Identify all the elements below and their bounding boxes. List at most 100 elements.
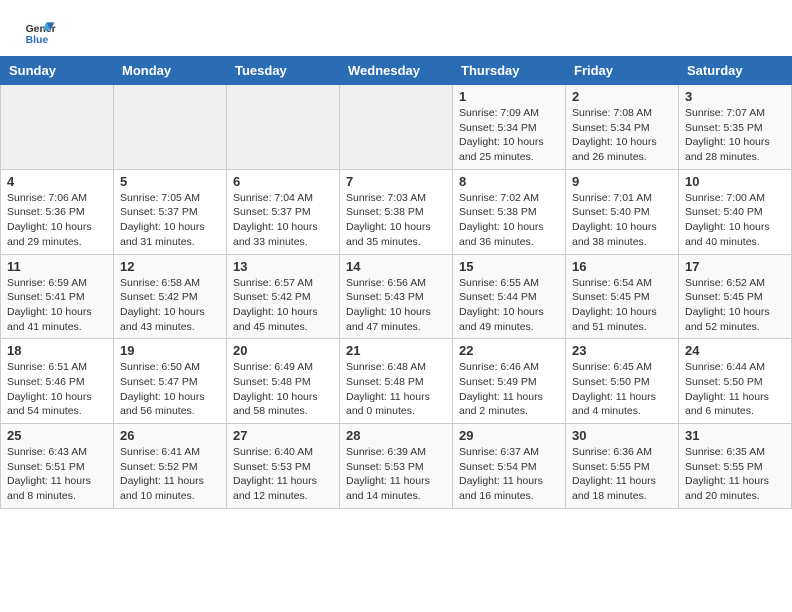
calendar-cell: 7 Sunrise: 7:03 AM Sunset: 5:38 PM Daylig… <box>340 169 453 254</box>
day-number: 17 <box>685 259 785 274</box>
day-number: 22 <box>459 343 559 358</box>
day-info: Sunrise: 6:55 AM Sunset: 5:44 PM Dayligh… <box>459 276 559 335</box>
logo-icon: General Blue <box>24 16 56 48</box>
day-number: 18 <box>7 343 107 358</box>
calendar-week-2: 4 Sunrise: 7:06 AM Sunset: 5:36 PM Daylig… <box>1 169 792 254</box>
day-info: Sunrise: 7:01 AM Sunset: 5:40 PM Dayligh… <box>572 191 672 250</box>
calendar-header: SundayMondayTuesdayWednesdayThursdayFrid… <box>1 57 792 85</box>
calendar-cell <box>340 85 453 170</box>
day-info: Sunrise: 6:51 AM Sunset: 5:46 PM Dayligh… <box>7 360 107 419</box>
calendar-cell: 10 Sunrise: 7:00 AM Sunset: 5:40 PM Dayli… <box>679 169 792 254</box>
day-info: Sunrise: 6:43 AM Sunset: 5:51 PM Dayligh… <box>7 445 107 504</box>
day-number: 23 <box>572 343 672 358</box>
calendar-cell: 17 Sunrise: 6:52 AM Sunset: 5:45 PM Dayli… <box>679 254 792 339</box>
day-number: 16 <box>572 259 672 274</box>
day-number: 24 <box>685 343 785 358</box>
day-number: 12 <box>120 259 220 274</box>
calendar-cell: 19 Sunrise: 6:50 AM Sunset: 5:47 PM Dayli… <box>114 339 227 424</box>
day-info: Sunrise: 6:45 AM Sunset: 5:50 PM Dayligh… <box>572 360 672 419</box>
weekday-header-saturday: Saturday <box>679 57 792 85</box>
weekday-header-sunday: Sunday <box>1 57 114 85</box>
calendar-cell: 13Sunrise: 6:57 AM Sunset: 5:42 PM Dayli… <box>227 254 340 339</box>
calendar-cell: 12 Sunrise: 6:58 AM Sunset: 5:42 PM Dayli… <box>114 254 227 339</box>
day-info: Sunrise: 6:49 AM Sunset: 5:48 PM Dayligh… <box>233 360 333 419</box>
day-number: 31 <box>685 428 785 443</box>
day-number: 25 <box>7 428 107 443</box>
calendar-cell: 30Sunrise: 6:36 AM Sunset: 5:55 PM Dayli… <box>566 424 679 509</box>
day-number: 1 <box>459 89 559 104</box>
day-number: 28 <box>346 428 446 443</box>
calendar-cell: 4 Sunrise: 7:06 AM Sunset: 5:36 PM Daylig… <box>1 169 114 254</box>
calendar-cell <box>227 85 340 170</box>
day-number: 20 <box>233 343 333 358</box>
day-number: 30 <box>572 428 672 443</box>
day-number: 7 <box>346 174 446 189</box>
day-number: 4 <box>7 174 107 189</box>
day-info: Sunrise: 6:52 AM Sunset: 5:45 PM Dayligh… <box>685 276 785 335</box>
day-info: Sunrise: 6:40 AM Sunset: 5:53 PM Dayligh… <box>233 445 333 504</box>
day-number: 27 <box>233 428 333 443</box>
day-number: 11 <box>7 259 107 274</box>
day-info: Sunrise: 7:08 AM Sunset: 5:34 PM Dayligh… <box>572 106 672 165</box>
day-info: Sunrise: 7:04 AM Sunset: 5:37 PM Dayligh… <box>233 191 333 250</box>
calendar-cell <box>1 85 114 170</box>
day-number: 15 <box>459 259 559 274</box>
calendar-cell: 15 Sunrise: 6:55 AM Sunset: 5:44 PM Dayli… <box>453 254 566 339</box>
day-number: 29 <box>459 428 559 443</box>
day-info: Sunrise: 7:03 AM Sunset: 5:38 PM Dayligh… <box>346 191 446 250</box>
day-info: Sunrise: 6:39 AM Sunset: 5:53 PM Dayligh… <box>346 445 446 504</box>
day-info: Sunrise: 6:50 AM Sunset: 5:47 PM Dayligh… <box>120 360 220 419</box>
day-number: 19 <box>120 343 220 358</box>
calendar-cell: 26Sunrise: 6:41 AM Sunset: 5:52 PM Dayli… <box>114 424 227 509</box>
calendar-cell: 20 Sunrise: 6:49 AM Sunset: 5:48 PM Dayli… <box>227 339 340 424</box>
day-number: 3 <box>685 89 785 104</box>
calendar-cell: 28 Sunrise: 6:39 AM Sunset: 5:53 PM Dayli… <box>340 424 453 509</box>
calendar-week-1: 1 Sunrise: 7:09 AM Sunset: 5:34 PM Daylig… <box>1 85 792 170</box>
day-info: Sunrise: 6:59 AM Sunset: 5:41 PM Dayligh… <box>7 276 107 335</box>
day-info: Sunrise: 6:56 AM Sunset: 5:43 PM Dayligh… <box>346 276 446 335</box>
weekday-header-friday: Friday <box>566 57 679 85</box>
weekday-header-row: SundayMondayTuesdayWednesdayThursdayFrid… <box>1 57 792 85</box>
day-info: Sunrise: 6:35 AM Sunset: 5:55 PM Dayligh… <box>685 445 785 504</box>
calendar-cell: 5Sunrise: 7:05 AM Sunset: 5:37 PM Daylig… <box>114 169 227 254</box>
calendar-cell: 9 Sunrise: 7:01 AM Sunset: 5:40 PM Daylig… <box>566 169 679 254</box>
weekday-header-monday: Monday <box>114 57 227 85</box>
calendar-week-3: 11 Sunrise: 6:59 AM Sunset: 5:41 PM Dayli… <box>1 254 792 339</box>
day-number: 13 <box>233 259 333 274</box>
weekday-header-wednesday: Wednesday <box>340 57 453 85</box>
day-info: Sunrise: 6:48 AM Sunset: 5:48 PM Dayligh… <box>346 360 446 419</box>
weekday-header-thursday: Thursday <box>453 57 566 85</box>
day-info: Sunrise: 7:07 AM Sunset: 5:35 PM Dayligh… <box>685 106 785 165</box>
day-info: Sunrise: 7:06 AM Sunset: 5:36 PM Dayligh… <box>7 191 107 250</box>
calendar-cell: 14Sunrise: 6:56 AM Sunset: 5:43 PM Dayli… <box>340 254 453 339</box>
day-info: Sunrise: 6:41 AM Sunset: 5:52 PM Dayligh… <box>120 445 220 504</box>
day-info: Sunrise: 6:44 AM Sunset: 5:50 PM Dayligh… <box>685 360 785 419</box>
calendar-cell <box>114 85 227 170</box>
calendar-cell: 21 Sunrise: 6:48 AM Sunset: 5:48 PM Dayli… <box>340 339 453 424</box>
calendar-week-5: 25 Sunrise: 6:43 AM Sunset: 5:51 PM Dayli… <box>1 424 792 509</box>
calendar-cell: 11 Sunrise: 6:59 AM Sunset: 5:41 PM Dayli… <box>1 254 114 339</box>
day-info: Sunrise: 6:46 AM Sunset: 5:49 PM Dayligh… <box>459 360 559 419</box>
calendar-week-4: 18 Sunrise: 6:51 AM Sunset: 5:46 PM Dayli… <box>1 339 792 424</box>
day-info: Sunrise: 7:02 AM Sunset: 5:38 PM Dayligh… <box>459 191 559 250</box>
day-info: Sunrise: 7:09 AM Sunset: 5:34 PM Dayligh… <box>459 106 559 165</box>
day-info: Sunrise: 7:00 AM Sunset: 5:40 PM Dayligh… <box>685 191 785 250</box>
calendar-cell: 31 Sunrise: 6:35 AM Sunset: 5:55 PM Dayli… <box>679 424 792 509</box>
calendar-cell: 3 Sunrise: 7:07 AM Sunset: 5:35 PM Daylig… <box>679 85 792 170</box>
weekday-header-tuesday: Tuesday <box>227 57 340 85</box>
calendar-cell: 1 Sunrise: 7:09 AM Sunset: 5:34 PM Daylig… <box>453 85 566 170</box>
logo: General Blue <box>24 16 56 48</box>
calendar-body: 1 Sunrise: 7:09 AM Sunset: 5:34 PM Daylig… <box>1 85 792 509</box>
calendar-table: SundayMondayTuesdayWednesdayThursdayFrid… <box>0 56 792 509</box>
day-number: 2 <box>572 89 672 104</box>
svg-text:Blue: Blue <box>26 35 49 46</box>
calendar-cell: 24 Sunrise: 6:44 AM Sunset: 5:50 PM Dayli… <box>679 339 792 424</box>
calendar-cell: 2 Sunrise: 7:08 AM Sunset: 5:34 PM Daylig… <box>566 85 679 170</box>
calendar-cell: 23 Sunrise: 6:45 AM Sunset: 5:50 PM Dayli… <box>566 339 679 424</box>
day-number: 6 <box>233 174 333 189</box>
day-number: 9 <box>572 174 672 189</box>
day-number: 10 <box>685 174 785 189</box>
day-number: 21 <box>346 343 446 358</box>
day-info: Sunrise: 6:58 AM Sunset: 5:42 PM Dayligh… <box>120 276 220 335</box>
day-info: Sunrise: 6:54 AM Sunset: 5:45 PM Dayligh… <box>572 276 672 335</box>
